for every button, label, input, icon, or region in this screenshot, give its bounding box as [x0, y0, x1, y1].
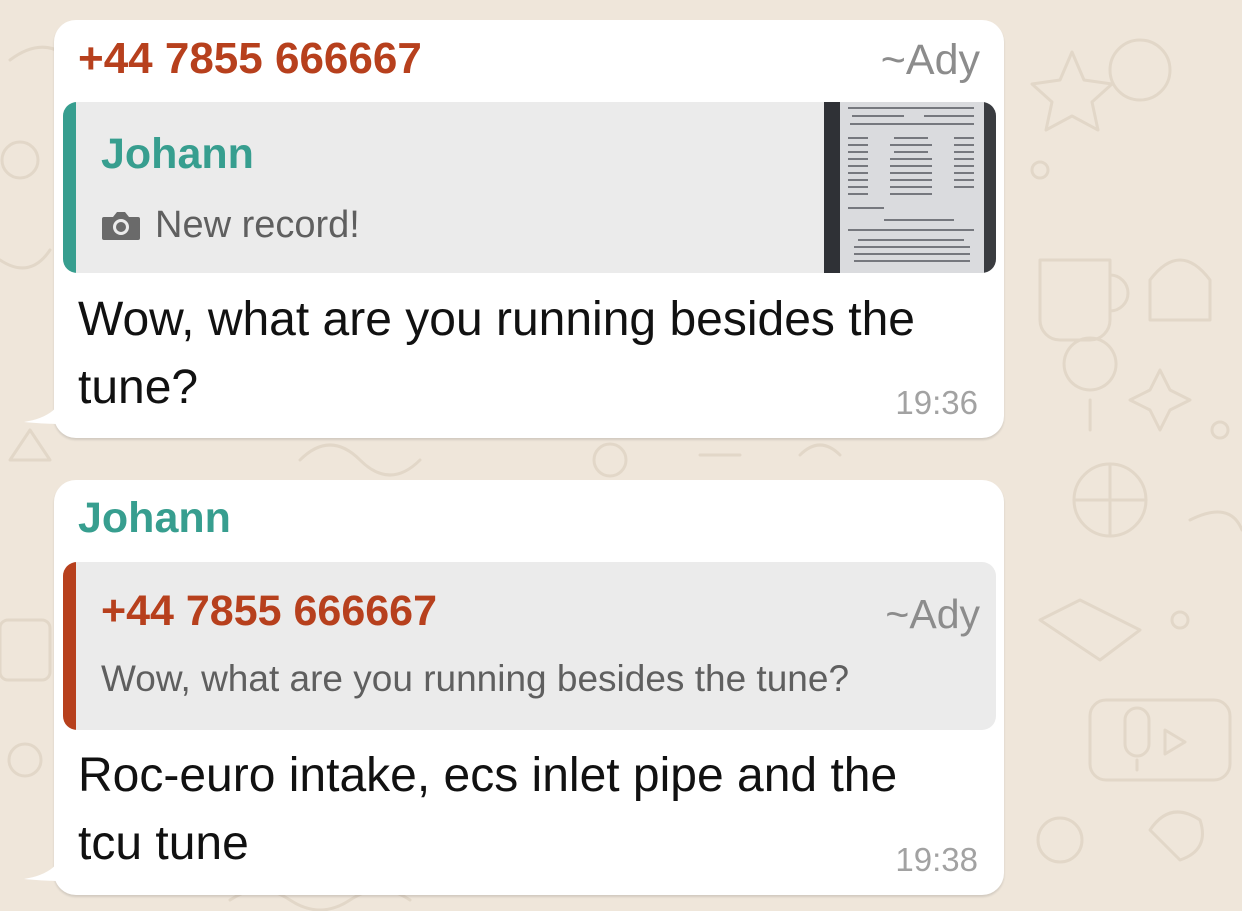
- bubble-tail: [24, 841, 64, 881]
- quoted-author-alias: ~Ady: [885, 591, 980, 637]
- quoted-message[interactable]: Johann New record!: [63, 102, 996, 273]
- message-timestamp: 19:36: [895, 384, 978, 421]
- bubble-tail: [24, 384, 64, 424]
- quote-accent-bar: [63, 562, 76, 730]
- sender-phone[interactable]: +44 7855 666667: [78, 34, 422, 84]
- message-text: Roc-euro intake, ecs inlet pipe and the …: [78, 749, 898, 870]
- quoted-media-caption: New record!: [155, 204, 360, 246]
- camera-icon: [102, 211, 140, 240]
- quote-accent-bar: [63, 102, 76, 273]
- message-timestamp: 19:38: [895, 841, 978, 878]
- quoted-media-row: New record!: [101, 204, 360, 247]
- quoted-author-phone: +44 7855 666667: [101, 587, 437, 635]
- message-bubble-incoming[interactable]: Johann +44 7855 666667 ~Ady Wow, what ar…: [24, 480, 1004, 895]
- sender-name[interactable]: Johann: [78, 494, 231, 543]
- receipt-photo-thumbnail[interactable]: [824, 102, 996, 273]
- quoted-message[interactable]: +44 7855 666667 ~Ady Wow, what are you r…: [63, 562, 996, 730]
- message-bubble-incoming[interactable]: +44 7855 666667 ~Ady Johann New record!: [24, 20, 1004, 438]
- message-text: Wow, what are you running besides the tu…: [78, 293, 915, 414]
- quoted-author: Johann: [101, 130, 254, 178]
- quoted-text: Wow, what are you running besides the tu…: [101, 658, 850, 699]
- sender-alias: ~Ady: [880, 36, 980, 84]
